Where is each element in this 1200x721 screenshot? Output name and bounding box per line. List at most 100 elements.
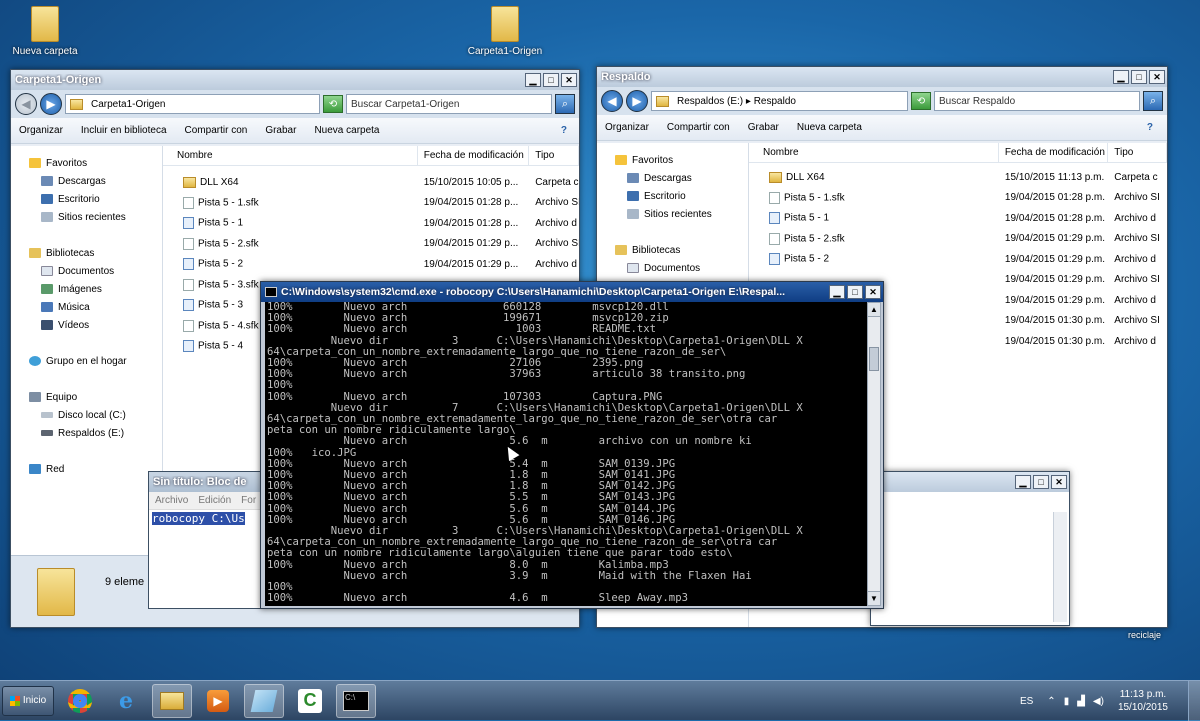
file-row[interactable]: Pista 5 - 1.sfk 19/04/2015 01:28 p.m. Arch…	[749, 188, 1167, 209]
minimize-button[interactable]: ▁	[525, 73, 541, 87]
search-icon[interactable]: ⌕	[555, 94, 575, 114]
nav-equipo[interactable]: Equipo	[15, 388, 162, 406]
col-fecha[interactable]: Fecha de modificación	[999, 143, 1109, 162]
cmd-nueva-carpeta[interactable]: Nueva carpeta	[314, 125, 379, 136]
cmd-grabar[interactable]: Grabar	[265, 125, 296, 136]
cmd-organizar[interactable]: Organizar	[19, 125, 63, 136]
nav-escritorio[interactable]: Escritorio	[15, 190, 162, 208]
search-icon[interactable]: ⌕	[1143, 91, 1163, 111]
col-nombre[interactable]: Nombre	[163, 146, 418, 165]
nav-favoritos[interactable]: Favoritos	[601, 151, 748, 169]
cmd-compartir[interactable]: Compartir con	[667, 122, 730, 133]
cmd-incluir[interactable]: Incluir en biblioteca	[81, 125, 167, 136]
taskbar-media-player[interactable]: ▶	[198, 684, 238, 718]
title-bar[interactable]: Carpeta1-Origen ▁ □ ✕	[11, 70, 579, 90]
close-button[interactable]: ✕	[561, 73, 577, 87]
cmd-compartir[interactable]: Compartir con	[185, 125, 248, 136]
background-window[interactable]: ▁ □ ✕	[870, 471, 1070, 626]
taskbar-ie[interactable]: e	[106, 684, 146, 718]
title-bar[interactable]: Respaldo ▁ □ ✕	[597, 67, 1167, 87]
nav-videos[interactable]: Vídeos	[15, 316, 162, 334]
nav-disco-local[interactable]: Disco local (C:)	[15, 406, 162, 424]
nav-bibliotecas[interactable]: Bibliotecas	[15, 244, 162, 262]
minimize-button[interactable]: ▁	[1113, 70, 1129, 84]
cmd-organizar[interactable]: Organizar	[605, 122, 649, 133]
col-nombre[interactable]: Nombre	[749, 143, 999, 162]
address-bar[interactable]: Carpeta1-Origen	[65, 94, 320, 114]
maximize-button[interactable]: □	[847, 285, 863, 299]
refresh-button[interactable]: ⟲	[911, 92, 931, 110]
title-bar[interactable]: Sin título: Bloc de	[149, 472, 267, 492]
forward-button[interactable]: ▶	[40, 93, 62, 115]
back-button[interactable]: ◀	[15, 93, 37, 115]
recycle-bin-label[interactable]: reciclaje	[1128, 630, 1161, 640]
language-indicator[interactable]: ES	[1020, 696, 1033, 707]
file-row[interactable]: Pista 5 - 2 19/04/2015 01:29 p... Archivo …	[163, 254, 579, 275]
help-icon[interactable]: ?	[1147, 122, 1153, 133]
network-signal-icon[interactable]: ▟	[1077, 696, 1085, 707]
maximize-button[interactable]: □	[1033, 475, 1049, 489]
desktop-icon-carpeta1-origen[interactable]: Carpeta1-Origen	[460, 6, 550, 57]
scroll-thumb[interactable]	[869, 347, 879, 371]
nav-respaldos[interactable]: Respaldos (E:)	[15, 424, 162, 442]
cmd-window[interactable]: C:\Windows\system32\cmd.exe - robocopy C…	[260, 281, 884, 609]
col-tipo[interactable]: Tipo	[1108, 143, 1167, 162]
nav-musica[interactable]: Música	[15, 298, 162, 316]
nav-documentos[interactable]: Documentos	[15, 262, 162, 280]
file-row[interactable]: DLL X64 15/10/2015 11:13 p.m. Carpeta c	[749, 167, 1167, 188]
file-row[interactable]: Pista 5 - 1 19/04/2015 01:28 p... Archivo …	[163, 213, 579, 234]
refresh-button[interactable]: ⟲	[323, 95, 343, 113]
nav-escritorio[interactable]: Escritorio	[601, 187, 748, 205]
start-button[interactable]: Inicio	[2, 685, 54, 716]
title-bar[interactable]: ▁ □ ✕	[871, 472, 1069, 492]
menu-archivo[interactable]: Archivo	[155, 495, 188, 506]
scroll-up-arrow[interactable]: ▲	[868, 303, 880, 317]
maximize-button[interactable]: □	[1131, 70, 1147, 84]
title-bar[interactable]: C:\Windows\system32\cmd.exe - robocopy C…	[261, 282, 883, 302]
nav-sitios-recientes[interactable]: Sitios recientes	[601, 205, 748, 223]
help-icon[interactable]: ?	[561, 125, 567, 136]
search-input[interactable]: Buscar Carpeta1-Origen	[346, 94, 552, 114]
nav-imagenes[interactable]: Imágenes	[15, 280, 162, 298]
desktop-icon-nueva-carpeta[interactable]: Nueva carpeta	[0, 6, 90, 57]
nav-grupo-hogar[interactable]: Grupo en el hogar	[15, 352, 162, 370]
col-tipo[interactable]: Tipo	[529, 146, 579, 165]
text-area[interactable]: robocopy C:\Us	[149, 510, 267, 527]
notepad-window[interactable]: Sin título: Bloc de Archivo Edición For …	[148, 471, 268, 609]
nav-descargas[interactable]: Descargas	[15, 172, 162, 190]
file-row[interactable]: Pista 5 - 2.sfk 19/04/2015 01:29 p... Arch…	[163, 234, 579, 255]
vertical-scrollbar[interactable]: ▲ ▼	[867, 302, 881, 606]
maximize-button[interactable]: □	[543, 73, 559, 87]
close-button[interactable]: ✕	[865, 285, 881, 299]
taskbar-camtasia[interactable]: C	[290, 684, 330, 718]
console-output[interactable]: 100% Nuevo arch 660128 msvcp120.dll 100% …	[265, 302, 867, 606]
nav-bibliotecas[interactable]: Bibliotecas	[601, 241, 748, 259]
file-row[interactable]: Pista 5 - 1.sfk 19/04/2015 01:28 p... Arch…	[163, 193, 579, 214]
forward-button[interactable]: ▶	[626, 90, 648, 112]
taskbar-chrome[interactable]	[60, 684, 100, 718]
taskbar-notepad[interactable]	[244, 683, 284, 718]
battery-icon[interactable]: ▮	[1064, 696, 1070, 707]
file-row[interactable]: Pista 5 - 2 19/04/2015 01:29 p.m. Archivo …	[749, 249, 1167, 270]
cmd-grabar[interactable]: Grabar	[748, 122, 779, 133]
menu-edicion[interactable]: Edición	[198, 495, 231, 506]
close-button[interactable]: ✕	[1149, 70, 1165, 84]
file-row[interactable]: DLL X64 15/10/2015 10:05 p... Carpeta c	[163, 172, 579, 193]
cmd-nueva-carpeta[interactable]: Nueva carpeta	[797, 122, 862, 133]
taskbar-cmd[interactable]: C:\	[336, 683, 376, 718]
vertical-scrollbar[interactable]	[1053, 512, 1067, 622]
col-fecha[interactable]: Fecha de modificación	[418, 146, 530, 165]
show-desktop-button[interactable]	[1188, 681, 1200, 721]
file-row[interactable]: Pista 5 - 2.sfk 19/04/2015 01:29 p.m. Arch…	[749, 229, 1167, 250]
menu-formato[interactable]: For	[241, 495, 256, 506]
taskbar-explorer[interactable]	[152, 683, 192, 718]
minimize-button[interactable]: ▁	[1015, 475, 1031, 489]
nav-favoritos[interactable]: Favoritos	[15, 154, 162, 172]
nav-descargas[interactable]: Descargas	[601, 169, 748, 187]
close-button[interactable]: ✕	[1051, 475, 1067, 489]
file-row[interactable]: Pista 5 - 1 19/04/2015 01:28 p.m. Archivo …	[749, 208, 1167, 229]
scroll-down-arrow[interactable]: ▼	[868, 591, 880, 605]
volume-icon[interactable]: ◀)	[1093, 696, 1104, 707]
nav-sitios-recientes[interactable]: Sitios recientes	[15, 208, 162, 226]
show-hidden-icons-icon[interactable]: ⌃	[1047, 696, 1055, 707]
